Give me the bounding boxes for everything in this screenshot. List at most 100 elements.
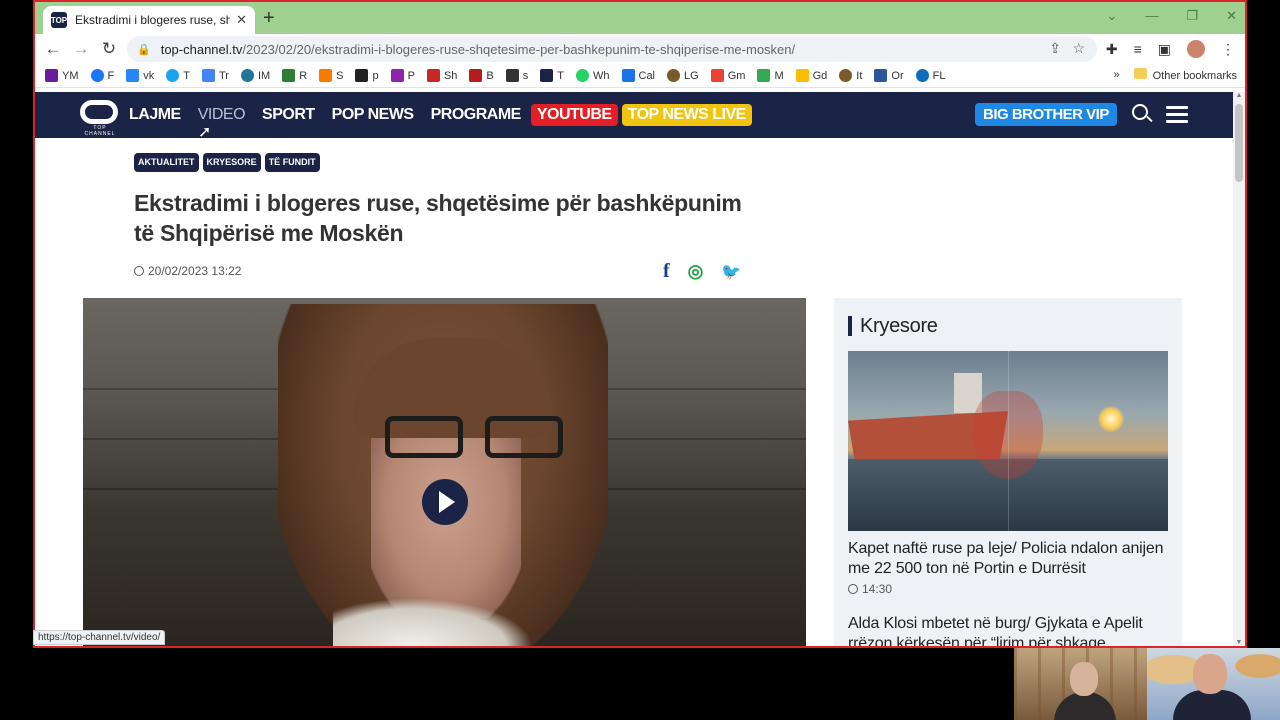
reading-list-icon[interactable]: ≡ <box>1134 41 1142 57</box>
bookmark-item[interactable]: M <box>757 69 784 82</box>
sidebar-story-time: 14:30 <box>848 582 892 596</box>
bookmark-item[interactable]: vk <box>126 69 154 82</box>
bookmark-item[interactable]: Tr <box>201 69 229 82</box>
scroll-down-icon[interactable]: ▼ <box>1233 639 1245 646</box>
scrollbar-thumb[interactable] <box>1235 104 1243 182</box>
play-button-icon[interactable] <box>422 479 468 525</box>
sidebar-story-image[interactable] <box>848 351 1168 531</box>
bookmark-favicon <box>710 69 724 82</box>
share-page-icon[interactable]: ⇪ <box>1049 40 1061 57</box>
folder-icon <box>1133 68 1147 79</box>
bookmark-favicon <box>667 69 681 82</box>
article-tags: AKTUALITET KRYESORE TË FUNDIT <box>134 153 320 172</box>
nav-pop-news[interactable]: POP NEWS <box>332 106 414 124</box>
bookmark-item[interactable]: IM <box>240 69 270 82</box>
bookmark-item[interactable]: T <box>540 69 564 82</box>
facebook-share-icon[interactable]: f <box>663 260 670 283</box>
bookmark-item[interactable]: T <box>166 69 190 82</box>
bookmark-item[interactable]: s <box>505 69 528 82</box>
logo-mark-icon <box>80 100 118 124</box>
bookmark-favicon <box>839 69 853 82</box>
bookmark-item[interactable]: F <box>90 69 114 82</box>
whatsapp-share-icon[interactable]: ◎ <box>688 261 704 282</box>
address-bar[interactable]: 🔒 top-channel.tv/2023/02/20/ekstradimi-i… <box>127 36 1097 62</box>
restore-icon[interactable]: ❐ <box>1186 8 1198 24</box>
tag-te-fundit[interactable]: TË FUNDIT <box>264 153 320 172</box>
search-icon[interactable] <box>1132 104 1148 120</box>
bookmark-favicon <box>505 69 519 82</box>
top-channel-logo[interactable]: TOP CHANNEL <box>80 100 120 137</box>
bookmark-favicon <box>166 69 180 82</box>
bookmark-item[interactable]: S <box>319 69 343 82</box>
browser-window: TOP Ekstradimi i blogeres ruse, shqetë ✕… <box>33 0 1247 648</box>
sidebar-story-title[interactable]: Kapet naftë ruse pa leje/ Policia ndalon… <box>848 539 1168 579</box>
bookmark-favicon <box>90 69 104 82</box>
webcam-feed <box>1147 648 1280 720</box>
bookmark-item[interactable]: Sh <box>426 69 457 82</box>
nav-youtube[interactable]: YOUTUBE <box>530 104 618 126</box>
profile-avatar[interactable] <box>1187 40 1205 58</box>
article-date-text: 20/02/2023 13:22 <box>148 264 242 278</box>
hamburger-menu-icon[interactable] <box>1166 106 1188 124</box>
extensions-area: ✚ ≡ ▣ ⋮ <box>1106 40 1235 58</box>
bookmark-item[interactable]: P <box>390 69 415 82</box>
bookmark-favicon <box>126 69 140 82</box>
scroll-up-icon[interactable]: ▲ <box>1233 92 1245 99</box>
other-bookmarks[interactable]: Other bookmarks <box>1133 68 1237 82</box>
bookmark-item[interactable]: B <box>469 69 494 82</box>
site-favicon: TOP <box>51 12 67 28</box>
bookmark-item[interactable]: LG <box>667 69 699 82</box>
nav-programe[interactable]: PROGRAME <box>431 106 522 124</box>
browser-menu-icon[interactable]: ⋮ <box>1221 41 1235 58</box>
back-icon[interactable]: ← <box>39 39 67 59</box>
big-brother-vip-button[interactable]: BIG BROTHER VIP <box>975 103 1117 126</box>
bookmark-favicon <box>201 69 215 82</box>
tab-search-icon[interactable]: ⌄ <box>1107 8 1118 24</box>
nav-top-news-live[interactable]: TOP NEWS LIVE <box>621 104 752 126</box>
browser-tab[interactable]: TOP Ekstradimi i blogeres ruse, shqetë ✕ <box>43 6 255 34</box>
bookmark-favicon <box>319 69 333 82</box>
main-nav: LAJME VIDEO SPORT POP NEWS PROGRAME YOUT… <box>129 104 752 126</box>
bookmark-favicon <box>621 69 635 82</box>
bookmarks-more-icon[interactable]: » <box>1114 69 1120 81</box>
side-panel-icon[interactable]: ▣ <box>1158 41 1171 58</box>
bookmark-item[interactable]: Or <box>874 69 904 82</box>
bookmark-favicon <box>540 69 554 82</box>
bookmark-item[interactable]: FL <box>915 69 946 82</box>
bookmark-item[interactable]: p <box>355 69 379 82</box>
sidebar-story-title[interactable]: Alda Klosi mbetet në burg/ Gjykata e Ape… <box>848 614 1168 646</box>
tab-strip: TOP Ekstradimi i blogeres ruse, shqetë ✕… <box>35 2 1245 34</box>
bookmark-item[interactable]: Gd <box>795 69 827 82</box>
bookmark-item[interactable]: YM <box>45 69 79 82</box>
tag-kryesore[interactable]: KRYESORE <box>202 153 261 172</box>
bookmark-favicon <box>355 69 369 82</box>
twitter-share-icon[interactable]: 🐦 <box>721 262 741 282</box>
bookmark-item[interactable]: It <box>839 69 862 82</box>
close-window-icon[interactable]: ✕ <box>1226 8 1237 24</box>
clock-icon <box>134 266 144 276</box>
bookmark-item[interactable]: Gm <box>710 69 745 82</box>
bookmark-item[interactable]: Cal <box>621 69 655 82</box>
sidebar-kryesore: Kryesore Kapet naftë ruse pa leje/ Polic… <box>834 298 1182 646</box>
forward-icon[interactable]: → <box>67 39 95 59</box>
lock-icon[interactable]: 🔒 <box>137 43 151 56</box>
bookmark-favicon <box>469 69 483 82</box>
article-video[interactable] <box>83 298 806 646</box>
bookmark-favicon <box>874 69 888 82</box>
nav-lajme[interactable]: LAJME <box>129 106 181 124</box>
reload-icon[interactable]: ↻ <box>95 39 123 59</box>
bookmark-item[interactable]: R <box>282 69 307 82</box>
bookmark-favicon <box>390 69 404 82</box>
close-tab-icon[interactable]: ✕ <box>236 12 247 28</box>
bookmark-star-icon[interactable]: ☆ <box>1072 40 1085 57</box>
url-path: /2023/02/20/ekstradimi-i-blogeres-ruse-s… <box>242 41 796 57</box>
minimize-icon[interactable]: — <box>1145 8 1158 24</box>
clock-icon <box>848 584 858 594</box>
bookmark-favicon <box>45 69 58 82</box>
new-tab-icon[interactable]: + <box>263 7 275 30</box>
page-scrollbar[interactable]: ▲ ▼ <box>1233 92 1245 646</box>
nav-sport[interactable]: SPORT <box>262 106 315 124</box>
tag-aktualitet[interactable]: AKTUALITET <box>134 153 199 172</box>
bookmark-item[interactable]: Wh <box>576 69 610 82</box>
extensions-puzzle-icon[interactable]: ✚ <box>1106 41 1118 58</box>
